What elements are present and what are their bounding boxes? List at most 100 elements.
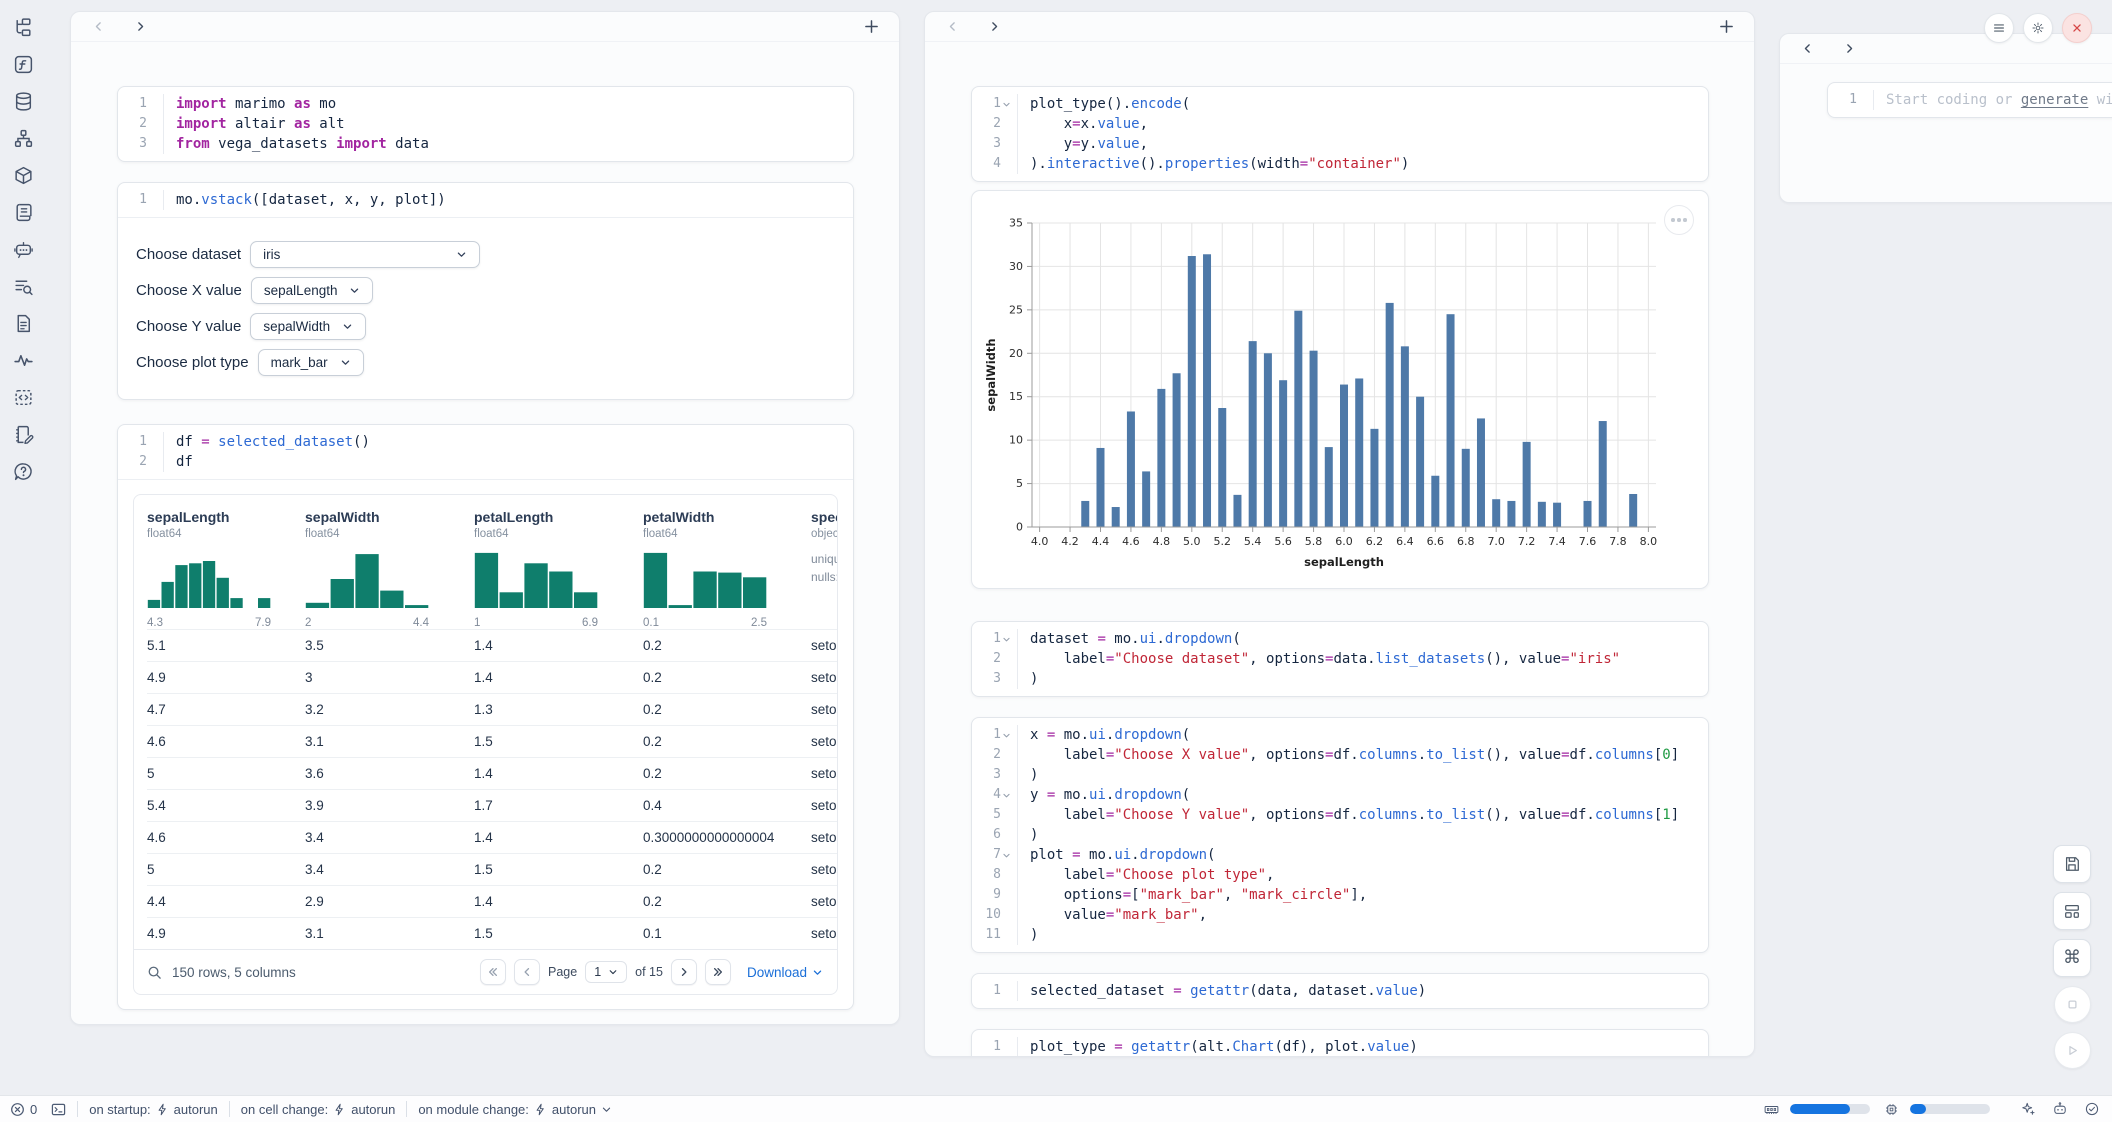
dropdown-select-x-value[interactable]: sepalLength: [251, 277, 374, 304]
tracing-icon[interactable]: [9, 345, 39, 375]
svg-text:20: 20: [1009, 347, 1023, 360]
code-line: 8 label="Choose plot type",: [982, 865, 1694, 885]
next-page-button[interactable]: [671, 959, 697, 985]
svg-text:35: 35: [1009, 217, 1023, 230]
run-icon[interactable]: [2054, 1032, 2091, 1069]
column-back-button[interactable]: [89, 18, 107, 36]
stop-icon[interactable]: [2054, 986, 2091, 1023]
column-meta-line: nulls:: [811, 568, 837, 586]
column-forward-button[interactable]: [131, 18, 149, 36]
database-icon[interactable]: [9, 86, 39, 116]
dependency-graph-icon[interactable]: [9, 123, 39, 153]
copilot-icon[interactable]: [2052, 1101, 2068, 1117]
run-config-on-startup[interactable]: on startup:autorun: [89, 1102, 218, 1117]
table-header-row: sepalLengthfloat644.37.9sepalWidthfloat6…: [147, 495, 837, 629]
help-icon[interactable]: [9, 456, 39, 486]
table-cell: 1.4: [474, 758, 643, 789]
column-dtype: float64: [474, 528, 625, 540]
add-cell-button[interactable]: [1716, 17, 1736, 37]
histogram-axis: 16.9: [474, 617, 598, 629]
chart-actions-menu-icon[interactable]: [1664, 205, 1694, 235]
column-forward-button[interactable]: [985, 18, 1003, 36]
vstack-cell-editor[interactable]: 1mo.vstack([dataset, x, y, plot]): [118, 183, 853, 217]
table-cell: 3.6: [305, 758, 474, 789]
empty-cell-editor[interactable]: 1 Start coding or generate with AI: [1828, 83, 2112, 117]
scratchpad-icon[interactable]: [9, 382, 39, 412]
line-number: 1: [983, 629, 1001, 649]
logs-icon[interactable]: [9, 197, 39, 227]
fold-chevron-icon[interactable]: [1001, 790, 1012, 801]
dataset-dropdown-cell-editor[interactable]: 1dataset = mo.ui.dropdown(2 label="Choos…: [972, 622, 1708, 696]
page-number-value: 1: [594, 965, 601, 979]
close-icon[interactable]: [2062, 13, 2092, 43]
fold-spacer: [1001, 674, 1012, 685]
table-cell: setosa: [811, 662, 837, 693]
packages-icon[interactable]: [9, 160, 39, 190]
line-gutter: 10: [982, 905, 1012, 925]
svg-text:30: 30: [1009, 260, 1023, 273]
fold-chevron-icon[interactable]: [1001, 634, 1012, 645]
error-count-badge[interactable]: 0: [10, 1102, 37, 1117]
page-number-select[interactable]: 1: [585, 961, 627, 983]
dataframe-cell: 1df = selected_dataset()2df sepalLengthfl…: [117, 424, 854, 1010]
ram-icon: [1764, 1102, 1779, 1117]
bar: [1340, 385, 1348, 527]
selected-dataset-cell: 1selected_dataset = getattr(data, datase…: [971, 973, 1709, 1009]
snippets-icon[interactable]: [9, 308, 39, 338]
keyboard-shortcuts-icon[interactable]: ⌘: [2053, 939, 2091, 977]
code-line: 7plot = mo.ui.dropdown(: [982, 845, 1694, 865]
save-icon[interactable]: [2053, 845, 2091, 883]
column-back-button[interactable]: [943, 18, 961, 36]
fold-chevron-icon[interactable]: [1001, 850, 1012, 861]
dropdown-label: Choose Y value: [136, 318, 241, 335]
plot-type-cell-editor[interactable]: 1plot_type = getattr(alt.Chart(df), plot…: [972, 1030, 1708, 1057]
column-back-button[interactable]: [1798, 40, 1816, 58]
first-page-button[interactable]: [480, 959, 506, 985]
documentation-icon[interactable]: [9, 419, 39, 449]
search-icon[interactable]: [147, 965, 162, 980]
dataframe-cell-editor[interactable]: 1df = selected_dataset()2df: [118, 425, 853, 479]
xy-plot-dropdowns-cell-editor[interactable]: 1x = mo.ui.dropdown(2 label="Choose X va…: [972, 718, 1708, 952]
gear-icon[interactable]: [2023, 13, 2053, 43]
generate-with-ai-link[interactable]: generate: [2021, 92, 2088, 108]
plot-cell-editor[interactable]: 1plot_type().encode(2 x=x.value,3 y=y.va…: [972, 87, 1708, 181]
terminal-icon[interactable]: [51, 1102, 66, 1117]
functions-icon[interactable]: [9, 49, 39, 79]
bar-chart[interactable]: 4.04.24.44.64.85.05.25.45.65.86.06.26.46…: [982, 201, 1698, 573]
add-cell-button[interactable]: [861, 17, 881, 37]
file-tree-icon[interactable]: [9, 12, 39, 42]
hamburger-menu-icon[interactable]: [1984, 13, 2014, 43]
ai-chat-icon[interactable]: [9, 234, 39, 264]
selected-dataset-cell-editor[interactable]: 1selected_dataset = getattr(data, datase…: [972, 974, 1708, 1008]
code-text: y=y.value,: [1017, 134, 1148, 154]
line-number: 3: [983, 669, 1001, 689]
table-cell: 0.2: [643, 694, 811, 725]
bar: [1584, 501, 1592, 527]
dropdown-select-plot-type[interactable]: mark_bar: [258, 349, 364, 376]
connection-status-icon[interactable]: [2084, 1101, 2100, 1117]
code-text: ): [1017, 765, 1038, 785]
left-column-panel: 1import marimo as mo2import altair as al…: [70, 11, 900, 1025]
column-name: sepalWidth: [305, 509, 456, 525]
download-button[interactable]: Download: [747, 965, 823, 980]
run-config-on-cell-change[interactable]: on cell change:autorun: [241, 1102, 396, 1117]
table-cell: 4.7: [147, 694, 305, 725]
svg-text:8.0: 8.0: [1640, 535, 1658, 548]
table-cell: 5.4: [147, 790, 305, 821]
ai-sparkle-icon[interactable]: [2020, 1101, 2036, 1117]
layout-grid-icon[interactable]: [2053, 892, 2091, 930]
fold-chevron-icon[interactable]: [1001, 730, 1012, 741]
line-number: 7: [983, 845, 1001, 865]
line-number: 1: [129, 94, 147, 114]
fold-spacer: [1001, 139, 1012, 150]
line-gutter: 1: [982, 1037, 1012, 1057]
outline-icon[interactable]: [9, 271, 39, 301]
previous-page-button[interactable]: [514, 959, 540, 985]
last-page-button[interactable]: [705, 959, 731, 985]
run-config-on-module-change[interactable]: on module change:autorun: [418, 1102, 612, 1117]
imports-cell-editor[interactable]: 1import marimo as mo2import altair as al…: [118, 87, 853, 161]
dropdown-select-y-value[interactable]: sepalWidth: [250, 313, 366, 340]
dropdown-select-dataset[interactable]: iris: [250, 241, 480, 268]
column-forward-button[interactable]: [1840, 40, 1858, 58]
fold-chevron-icon[interactable]: [1001, 99, 1012, 110]
